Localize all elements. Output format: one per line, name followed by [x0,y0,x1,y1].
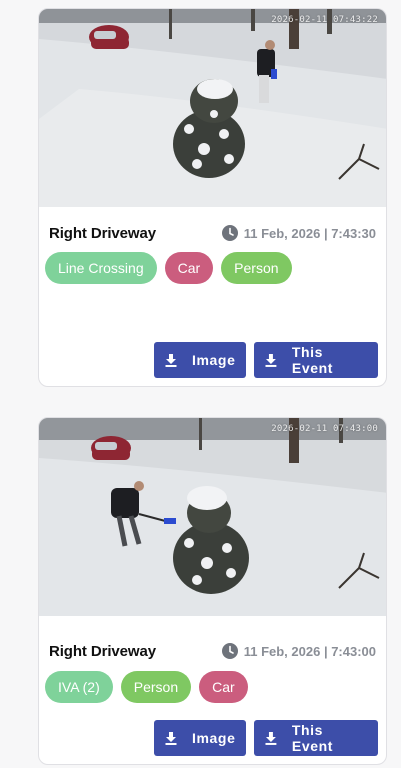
download-event-button[interactable]: This Event [254,342,378,378]
snapshot-image [39,418,386,616]
download-icon [265,354,277,367]
event-time-group: 11 Feb, 2026 | 7:43:30 [221,225,376,241]
event-time-group: 11 Feb, 2026 | 7:43:00 [221,643,376,659]
download-event-label: This Event [291,722,333,754]
snapshot-image [39,9,386,207]
tag-list: Line Crossing Car Person [45,252,380,284]
event-actions: Image This Event [154,720,378,756]
tag-car[interactable]: Car [164,252,214,284]
download-icon [165,354,177,367]
download-icon [165,732,177,745]
download-image-label: Image [192,352,236,368]
clock-icon [221,643,238,659]
event-meta: Right Driveway 11 Feb, 2026 | 7:43:30 [49,222,376,244]
tag-line-crossing[interactable]: Line Crossing [45,252,157,284]
event-card: 2026-02-11 07:43:00 Right Driveway 11 Fe… [38,417,387,765]
tag-person[interactable]: Person [120,671,192,703]
tag-person[interactable]: Person [221,252,292,284]
event-card: 2026-02-11 07:43:22 Right Driveway 11 Fe… [38,8,387,387]
camera-name: Right Driveway [49,224,156,242]
tag-car[interactable]: Car [199,671,248,703]
event-time: 11 Feb, 2026 | 7:43:30 [243,225,376,241]
event-snapshot[interactable]: 2026-02-11 07:43:00 [39,418,386,616]
camera-name: Right Driveway [49,642,156,660]
tag-list: IVA (2) Person Car [45,671,380,703]
download-image-label: Image [192,730,236,746]
download-icon [265,732,277,745]
download-event-button[interactable]: This Event [254,720,378,756]
event-actions: Image This Event [154,342,378,378]
event-meta: Right Driveway 11 Feb, 2026 | 7:43:00 [49,640,376,662]
download-event-label: This Event [291,344,333,376]
overlay-timestamp: 2026-02-11 07:43:22 [271,15,378,25]
download-image-button[interactable]: Image [154,342,246,378]
event-snapshot[interactable]: 2026-02-11 07:43:22 [39,9,386,207]
tag-iva[interactable]: IVA (2) [45,671,113,703]
event-time: 11 Feb, 2026 | 7:43:00 [243,643,376,659]
overlay-timestamp: 2026-02-11 07:43:00 [271,424,378,434]
clock-icon [221,225,238,241]
download-image-button[interactable]: Image [154,720,246,756]
